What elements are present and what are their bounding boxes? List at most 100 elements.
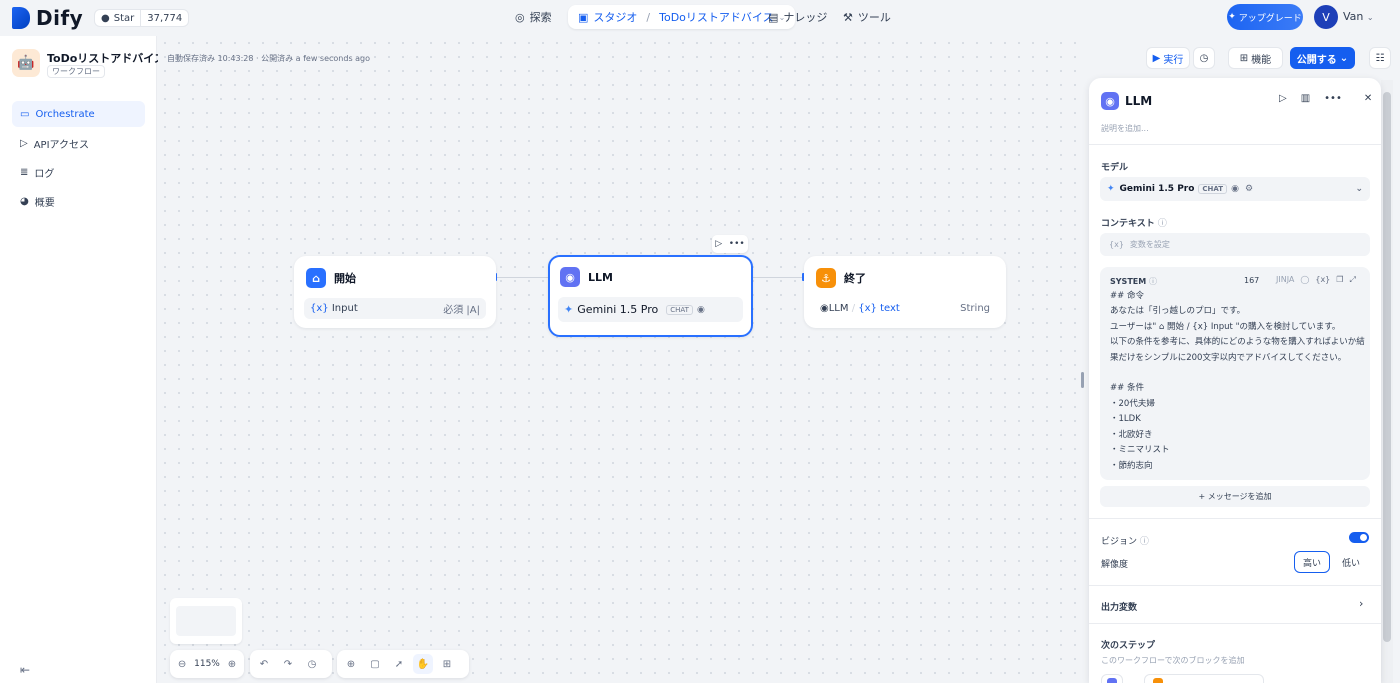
app-type-badge: ワークフロー [47,65,105,78]
minimap[interactable] [170,598,242,644]
redo-icon[interactable]: ↷ [278,654,298,674]
avatar[interactable]: V [1314,5,1338,29]
zoom-in-icon[interactable]: ⊕ [224,654,240,674]
prompt-line: ## 条件 [1110,383,1144,393]
context-variable-selector[interactable]: {x} 変数を設定 [1100,233,1370,256]
prompt-line: ・節約志向 [1110,461,1153,471]
hand-icon[interactable]: ✋ [413,654,433,674]
sidebar-item-overview[interactable]: ◕ 概要 [12,188,145,214]
pointer-icon[interactable]: ➚ [389,654,409,674]
history-button[interactable]: ◷ [1193,47,1215,69]
add-message-button[interactable]: + メッセージを追加 [1100,486,1370,507]
expand-icon[interactable]: ⤢ [1349,275,1355,285]
next-step-block[interactable] [1144,674,1264,683]
output-variables-label[interactable]: 出力変数 [1101,600,1137,613]
features-button[interactable]: ⊞ 機能 [1228,47,1283,69]
system-prompt-editor[interactable]: SYSTEM ⓘ 167 JINJA ◯ {x} ❐ ⤢ ## 命令 あなたは「… [1100,267,1370,480]
features-label: 機能 [1251,54,1272,66]
zoom-controls: ⊖ 115% ⊕ [170,650,244,678]
autosave-status: 自動保存済み 10:43:28 · 公開済み a few seconds ago [167,54,371,63]
collapse-sidebar-icon[interactable]: ⇤ [20,663,30,677]
jinja-toggle[interactable]: JINJA [1276,275,1294,285]
start-node[interactable]: ⌂ 開始 {x} Input 必須 |A| [294,256,496,328]
start-var-name: Input [331,303,358,314]
note-icon[interactable]: ▢ [365,654,385,674]
nav-studio-label: スタジオ [593,11,638,24]
more-icon[interactable]: ••• [1324,93,1342,104]
toggle-switch-icon[interactable]: ◯ [1300,275,1309,285]
close-icon[interactable]: ✕ [1364,93,1372,104]
resolution-high-option[interactable]: 高い [1294,551,1330,573]
model-mode-chip: CHAT [1198,184,1228,194]
prompt-line: 果だけをシンプルに200文字以内でアドバイスしてください。 [1110,353,1347,363]
more-icon[interactable]: ••• [729,239,745,249]
vision-toggle[interactable] [1349,532,1369,543]
app-name[interactable]: ToDoリストアドバイス ⌄ [47,50,176,66]
github-star-button[interactable]: ● Star 37,774 [94,9,190,27]
llm-node[interactable]: ◉ LLM ✦ Gemini 1.5 Pro CHAT ◉ [548,255,753,337]
sidebar-item-logs[interactable]: ≣ ログ [12,159,145,185]
sidebar-item-api-access[interactable]: ▷ APIアクセス [12,130,145,156]
version-history-icon[interactable]: ◷ [302,654,322,674]
zoom-out-icon[interactable]: ⊖ [174,654,190,674]
chevron-down-icon: ⌄ [1339,52,1349,64]
eye-icon: ◉ [1231,184,1239,194]
organize-icon[interactable]: ⊞ [437,654,457,674]
variable-icon: {x} [858,303,877,314]
undo-icon[interactable]: ↶ [254,654,274,674]
file-list-icon: ≣ [20,166,29,178]
nav-explore[interactable]: ◎ 探索 [505,5,562,29]
add-block-icon[interactable]: ⊕ [341,654,361,674]
dify-logo[interactable]: Dify [12,6,83,30]
panel-title[interactable]: LLM [1125,94,1152,108]
copy-icon[interactable]: ❐ [1336,275,1343,285]
dashboard-icon: ◕ [20,195,29,207]
llm-icon: ◉ [820,303,829,314]
llm-icon: ◉ [560,267,580,287]
nav-studio-app-label[interactable]: ToDoリストアドバイス [659,9,773,25]
user-menu[interactable]: Van ⌄ [1343,10,1374,23]
sidebar: 🤖 ToDoリストアドバイス ⌄ ワークフロー ▭ Orchestrate ▷ AP… [0,36,176,683]
nav-tools[interactable]: ⚒ ツール [833,5,901,29]
panel-scrollbar[interactable] [1383,92,1391,642]
help-icon[interactable]: ⓘ [1149,277,1157,286]
end-node[interactable]: ⚓ 終了 ◉LLM / {x} text String [804,256,1006,328]
nav-knowledge[interactable]: ▤ ナレッジ [758,5,837,29]
app-icon: 🤖 [12,49,40,77]
help-icon[interactable]: ⓘ [1158,219,1167,229]
node-config-panel: ◉ LLM ▷ ▥ ••• ✕ 説明を追加... モデル ✦ Gemini 1.… [1089,78,1381,683]
chevron-right-icon[interactable]: › [1359,597,1363,610]
sidebar-item-label: 概要 [34,197,55,209]
play-icon[interactable]: ▷ [715,239,722,249]
llm-node-model-name: Gemini 1.5 Pro [577,303,659,316]
chevron-down-icon: ⌄ [1355,184,1363,194]
panel-resize-handle[interactable] [1081,372,1084,388]
prompt-line: ユーザーは" ⌂ 開始 / {x} Input "の購入を検討しています。 [1110,322,1341,332]
publish-label: 公開する [1296,54,1337,66]
description-input[interactable]: 説明を追加... [1101,123,1149,134]
sidebar-item-label: ログ [34,168,55,180]
sidebar-item-orchestrate[interactable]: ▭ Orchestrate [12,101,145,127]
zoom-level[interactable]: 115% [194,659,220,669]
variable-icon: {x} [1109,240,1124,249]
env-variables-button[interactable]: ☷ [1369,47,1391,69]
sidebar-item-label: Orchestrate [35,108,95,120]
terminal-icon: ▷ [20,137,28,149]
workflow-canvas[interactable] [158,36,1088,683]
run-button[interactable]: ▶ 実行 [1146,47,1190,69]
github-icon: ● [101,12,110,24]
prompt-line: ・ミニマリスト [1110,445,1170,455]
settings-sliders-icon[interactable]: ⚙ [1245,184,1253,194]
model-selector[interactable]: ✦ Gemini 1.5 Pro CHAT ◉ ⚙ ⌄ [1100,177,1370,201]
variable-icon[interactable]: {x} [1315,275,1330,285]
resolution-low-option[interactable]: 低い [1334,551,1368,573]
edge-start-llm [496,277,548,278]
upgrade-button[interactable]: ✦ アップグレード [1227,4,1303,30]
end-var-type: String [960,303,990,314]
help-icon[interactable]: ⓘ [1140,537,1149,547]
play-icon[interactable]: ▷ [1279,93,1287,104]
split-view-icon[interactable]: ▥ [1301,93,1310,104]
prompt-token-count: 167 [1244,276,1260,285]
publish-button[interactable]: 公開する ⌄ [1290,47,1355,69]
robot-icon: ▣ [578,10,589,24]
